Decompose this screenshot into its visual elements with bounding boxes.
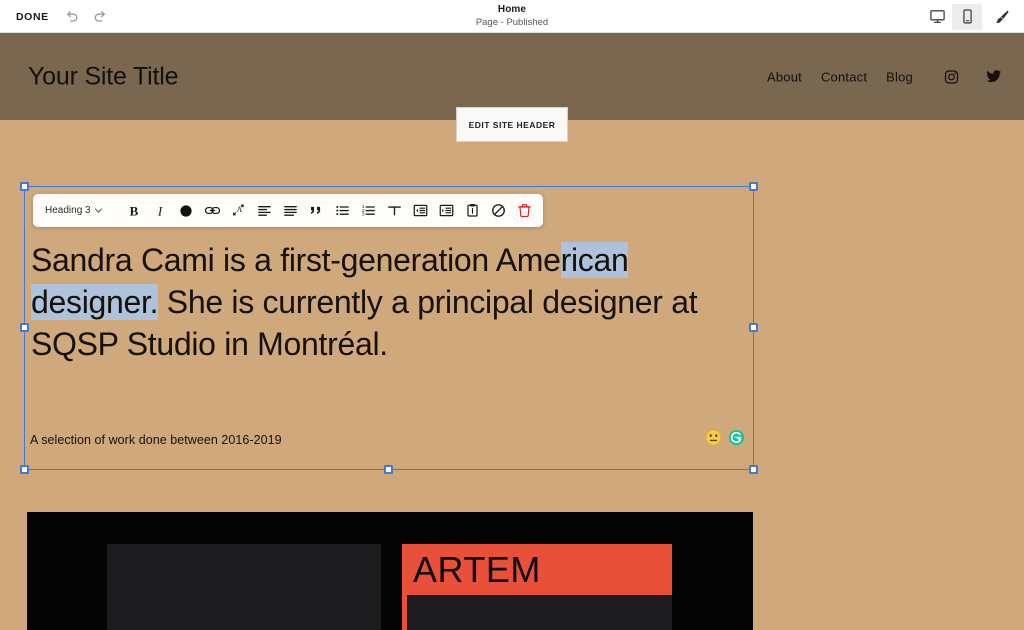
page-meta: Home Page - Published xyxy=(0,3,1024,29)
bulleted-list-button[interactable] xyxy=(329,198,355,224)
undo-arrow-icon xyxy=(66,11,78,22)
blockquote-button[interactable] xyxy=(303,198,329,224)
image-dark-inner xyxy=(407,595,672,630)
inline-tools xyxy=(705,429,745,446)
link-button[interactable] xyxy=(199,198,225,224)
trash-can-icon xyxy=(517,204,531,218)
site-preview-canvas: Your Site Title About Contact Blog EDIT … xyxy=(0,33,1024,630)
circle-slash-icon xyxy=(491,204,505,217)
delete-block-button[interactable] xyxy=(511,198,537,224)
selected-text-block[interactable]: Heading 3 B I A 1 2 3 Sandra Cami is a f… xyxy=(20,182,758,474)
edit-site-header-label: EDIT SITE HEADER xyxy=(468,119,556,130)
artem-banner-text: ARTEM xyxy=(413,549,541,590)
align-justify-icon xyxy=(283,206,297,216)
align-left-icon xyxy=(257,206,271,216)
block-type-select[interactable]: Heading 3 xyxy=(39,198,109,223)
bulleted-list-icon xyxy=(335,206,349,216)
site-navigation: About Contact Blog xyxy=(767,68,1002,85)
heading-text-part-1: Sandra Cami is a first-generation Ame xyxy=(31,242,561,278)
color-swatch-circle-icon xyxy=(180,204,192,217)
done-button-label: DONE xyxy=(16,10,49,23)
editor-top-bar: DONE Home Page - Published xyxy=(0,0,1024,33)
svg-text:3: 3 xyxy=(361,212,364,218)
bold-icon: B xyxy=(130,203,139,218)
page-status: Page - Published xyxy=(475,17,549,28)
svg-text:I: I xyxy=(157,203,163,218)
italic-button[interactable]: I xyxy=(147,198,173,224)
horizontal-rule-button[interactable] xyxy=(381,198,407,224)
instagram-icon[interactable] xyxy=(943,68,960,85)
style-brush-button[interactable] xyxy=(988,4,1016,30)
undo-button[interactable] xyxy=(62,7,82,27)
letter-a-arrow-icon: A xyxy=(232,204,244,216)
numbered-list-button[interactable]: 123 xyxy=(355,198,381,224)
outdent-icon xyxy=(413,204,427,217)
paintbrush-icon xyxy=(996,10,1009,23)
mobile-view-button[interactable] xyxy=(952,3,982,30)
grammarly-g-icon[interactable] xyxy=(728,429,745,446)
twitter-icon[interactable] xyxy=(985,68,1002,85)
resize-handle-bottom-left[interactable] xyxy=(20,465,29,474)
quote-marks-icon xyxy=(310,206,320,214)
bold-button[interactable]: B xyxy=(121,198,147,224)
desktop-view-button[interactable] xyxy=(922,4,952,30)
nav-link-about[interactable]: About xyxy=(767,69,802,84)
svg-text:B: B xyxy=(130,203,139,218)
resize-handle-top-left[interactable] xyxy=(20,182,29,191)
nav-link-blog[interactable]: Blog xyxy=(886,69,913,84)
clear-formatting-button[interactable] xyxy=(485,198,511,224)
numbered-list-icon: 123 xyxy=(361,204,375,218)
paste-clipboard-button[interactable] xyxy=(459,198,485,224)
italic-icon: I xyxy=(157,203,163,218)
desktop-monitor-icon xyxy=(929,10,945,24)
rich-text-toolbar: Heading 3 B I A 1 2 3 xyxy=(33,194,543,227)
nav-link-contact[interactable]: Contact xyxy=(821,69,867,84)
page-title: Home xyxy=(497,4,527,15)
redo-arrow-icon xyxy=(94,11,106,22)
resize-handle-top-right[interactable] xyxy=(749,182,758,191)
resize-handle-bottom-right[interactable] xyxy=(749,465,758,474)
outdent-button[interactable] xyxy=(407,198,433,224)
horizontal-rule-icon xyxy=(387,206,401,216)
redo-button[interactable] xyxy=(90,7,110,27)
chevron-down-icon xyxy=(94,208,103,213)
done-button[interactable]: DONE xyxy=(10,0,55,33)
image-red-banner: ARTEM xyxy=(402,544,672,595)
indent-button[interactable] xyxy=(433,198,459,224)
text-transform-button[interactable]: A xyxy=(225,198,251,224)
image-block[interactable]: ARTEM xyxy=(27,512,753,630)
heading-text[interactable]: Sandra Cami is a first-generation Americ… xyxy=(29,239,755,365)
align-justify-button[interactable] xyxy=(277,198,303,224)
link-chain-icon xyxy=(204,206,220,215)
mobile-phone-icon xyxy=(962,9,972,24)
clipboard-paste-icon xyxy=(466,203,478,217)
indent-icon xyxy=(439,204,453,217)
image-dark-panel xyxy=(107,544,381,630)
resize-handle-bottom-center[interactable] xyxy=(384,465,393,474)
subtitle-text[interactable]: A selection of work done between 2016-20… xyxy=(30,433,282,447)
image-red-lower xyxy=(402,595,672,630)
emoji-face-icon[interactable] xyxy=(705,429,722,446)
block-type-label: Heading 3 xyxy=(45,205,91,216)
align-left-button[interactable] xyxy=(251,198,277,224)
view-controls xyxy=(922,0,1016,33)
text-color-button[interactable] xyxy=(173,198,199,224)
site-header[interactable]: Your Site Title About Contact Blog EDIT … xyxy=(0,33,1024,142)
resize-handle-middle-left[interactable] xyxy=(20,323,29,332)
site-title[interactable]: Your Site Title xyxy=(28,62,179,91)
edit-site-header-button[interactable]: EDIT SITE HEADER xyxy=(456,107,568,142)
